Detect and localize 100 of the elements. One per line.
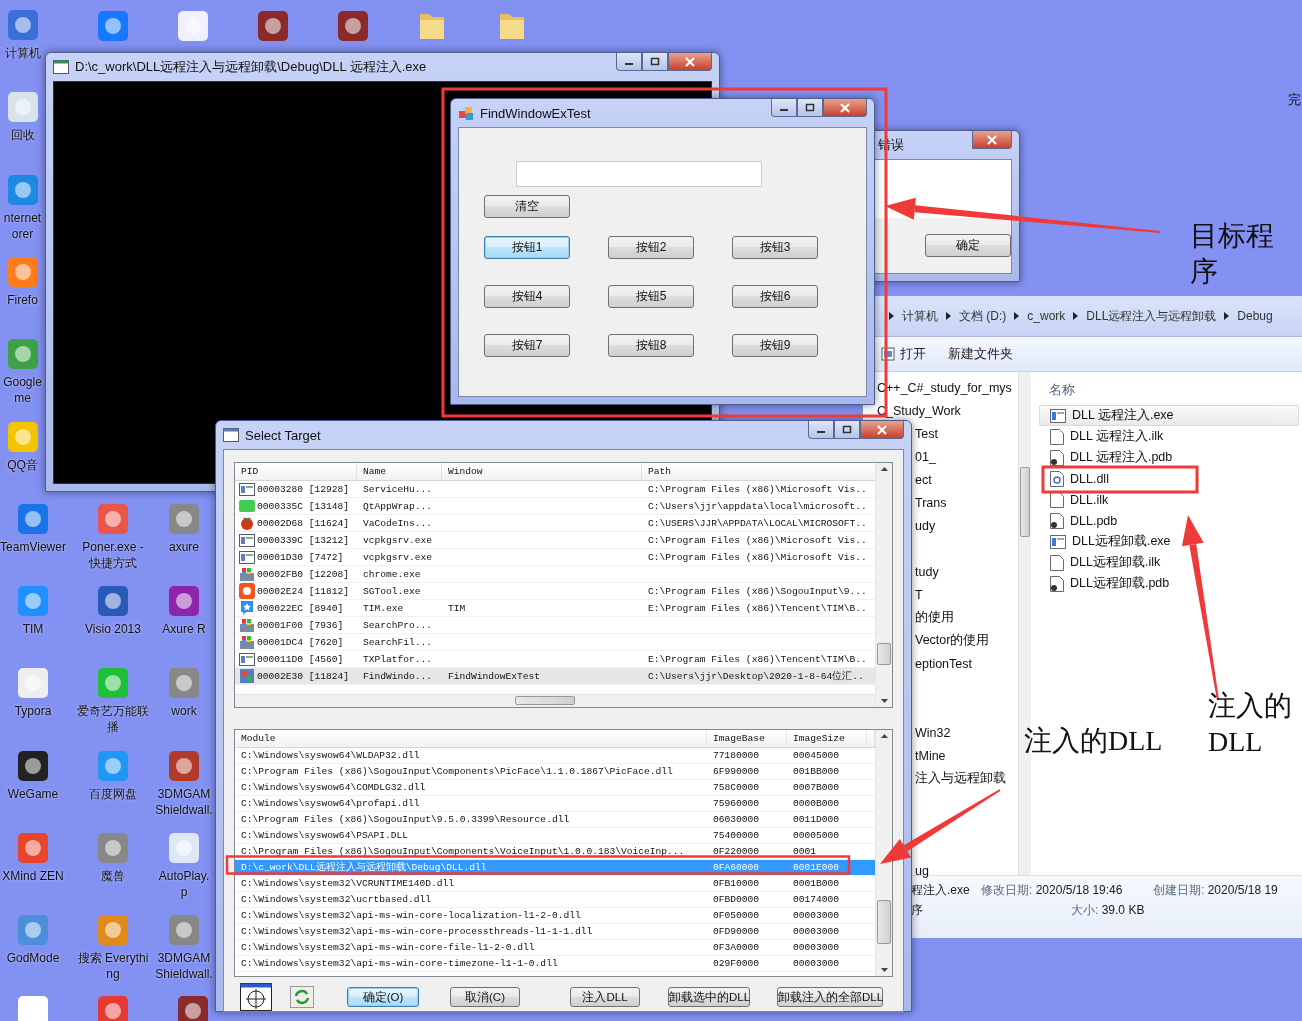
- desktop-icon-label[interactable]: 魔兽: [73, 868, 153, 884]
- refresh-icon[interactable]: [290, 986, 314, 1008]
- desktop-icon-label[interactable]: Axure R: [153, 621, 215, 638]
- breadcrumb-item[interactable]: DLL远程注入与远程卸载: [1086, 307, 1217, 325]
- push-button[interactable]: 按钮3: [732, 236, 818, 259]
- file-item[interactable]: DLL.dll: [1039, 468, 1299, 489]
- file-item[interactable]: DLL远程卸载.exe: [1039, 531, 1299, 552]
- desktop-icon-label[interactable]: nternet orer: [0, 209, 45, 242]
- file-item[interactable]: DLL远程卸载.pdb: [1039, 573, 1299, 594]
- column-header[interactable]: Name: [357, 463, 442, 480]
- desktop-icon-label[interactable]: TeamViewer: [0, 538, 73, 555]
- nav-tree-item[interactable]: tudy: [915, 560, 939, 583]
- push-button[interactable]: 按钮5: [608, 285, 694, 308]
- close-button[interactable]: [860, 421, 904, 439]
- toolbar-button[interactable]: 新建文件夹: [948, 345, 1013, 363]
- crosshair-icon[interactable]: [240, 983, 272, 1011]
- desktop-icon-label[interactable]: 3DMGAM Shieldwall.: [153, 950, 215, 983]
- desktop-icon-label[interactable]: Poner.exe - 快捷方式: [73, 538, 153, 571]
- process-row[interactable]: 00001D30 [7472] vcpkgsrv.exe C:\Program Files (x86)\Microsoft Vis..: [235, 549, 875, 566]
- scroll-up-icon[interactable]: [880, 734, 888, 738]
- file-item[interactable]: DLL 远程注入.ilk: [1039, 426, 1299, 447]
- module-row[interactable]: C:\Windows\system32\VCRUNTIME140D.dll 0FB10000 0001B000: [235, 876, 875, 892]
- file-item[interactable]: DLL 远程注入.exe: [1039, 405, 1299, 426]
- file-item[interactable]: DLL.ilk: [1039, 489, 1299, 510]
- minimize-button[interactable]: [771, 99, 797, 117]
- file-item[interactable]: DLL 远程注入.pdb: [1039, 447, 1299, 468]
- scrollbar-thumb[interactable]: [877, 900, 891, 944]
- action-button[interactable]: 确定(O): [347, 987, 419, 1007]
- module-row[interactable]: C:\Windows\system32\api-ms-win-core-processthreads-l1-1-1.dll 0FD90000 00003000: [235, 924, 875, 940]
- nav-tree-item[interactable]: Vector的使用: [915, 629, 990, 652]
- push-button[interactable]: 按钮7: [484, 334, 570, 357]
- desktop-icon-label[interactable]: QQ音: [0, 456, 45, 473]
- desktop-icon-label[interactable]: AutoPlay. p: [153, 868, 215, 900]
- scroll-up-icon[interactable]: [880, 467, 888, 471]
- column-header[interactable]: PID: [235, 463, 357, 480]
- scrollbar[interactable]: [875, 730, 892, 976]
- module-row[interactable]: C:\Windows\system32\api-ms-win-core-timezone-l1-1-0.dll 029F0000 00003000: [235, 956, 875, 972]
- nav-tree-item[interactable]: udy: [915, 514, 936, 537]
- push-button[interactable]: 按钮8: [608, 334, 694, 357]
- process-row[interactable]: 00002E24 [11812] SGTool.exe C:\Program Files (x86)\SogouInput\9...: [235, 583, 875, 600]
- process-row[interactable]: 00002D68 [11624] VaCodeIns... C:\USERS\JJR\APPDATA\LOCAL\MICROSOFT..: [235, 515, 875, 532]
- scrollbar[interactable]: [235, 694, 875, 707]
- breadcrumb-item[interactable]: 文档 (D:): [959, 307, 1007, 325]
- action-button[interactable]: 卸载选中的DLL: [668, 987, 750, 1007]
- desktop-icon-label[interactable]: work: [153, 703, 215, 720]
- column-header[interactable]: 名称: [1039, 375, 1302, 405]
- process-row[interactable]: 00001DC4 [7620] SearchFil...: [235, 634, 875, 651]
- desktop-icon-label[interactable]: Firefo: [0, 291, 45, 308]
- process-row[interactable]: 000011D0 [4560] TXPlatfor... E:\Program Files (x86)\Tencent\TIM\B..: [235, 651, 875, 668]
- desktop-icon-label[interactable]: 完: [1288, 92, 1301, 107]
- minimize-button[interactable]: [808, 421, 834, 439]
- column-header[interactable]: Window: [442, 463, 642, 480]
- minimize-button[interactable]: [616, 53, 642, 71]
- process-row[interactable]: 000022EC [8940] TIM.exe TIM E:\Program Files (x86)\Tencent\TIM\B..: [235, 600, 875, 617]
- desktop-icon-label[interactable]: Google me: [0, 374, 45, 407]
- action-button[interactable]: 卸载注入的全部DLL: [777, 987, 883, 1007]
- desktop-icon-label[interactable]: WeGame: [0, 785, 73, 802]
- scroll-down-icon[interactable]: [880, 699, 888, 703]
- desktop-icon-label[interactable]: 百度网盘: [73, 785, 153, 802]
- nav-tree-item[interactable]: Win32: [915, 721, 951, 744]
- close-button[interactable]: [972, 131, 1012, 149]
- nav-tree-item[interactable]: eptionTest: [915, 652, 972, 675]
- process-row[interactable]: 00002E30 [11824] FindWindo... FindWindowExTest C:\Users\jjr\Desktop\2020-1-8-64位汇..: [235, 668, 875, 685]
- push-button[interactable]: 按钮9: [732, 334, 818, 357]
- desktop-icon-label[interactable]: Typora: [0, 703, 73, 720]
- nav-tree-item[interactable]: ug: [915, 859, 929, 882]
- nav-tree-item[interactable]: 的使用: [915, 606, 954, 629]
- module-row[interactable]: C:\Program Files (x86)\SogouInput\9.5.0.3399\Resource.dll 06030000 0011D000: [235, 812, 875, 828]
- process-row[interactable]: 00002FB0 [12208] chrome.exe: [235, 566, 875, 583]
- column-header[interactable]: ImageSize: [787, 730, 867, 747]
- module-row[interactable]: C:\Program Files (x86)\SogouInput\Components\PicFace\1.1.0.1867\PicFace.dll 6F990000 001BB000: [235, 764, 875, 780]
- breadcrumb-item[interactable]: 计算机: [902, 307, 938, 325]
- maximize-button[interactable]: [797, 99, 823, 117]
- column-header[interactable]: Module: [235, 730, 707, 747]
- nav-tree-item[interactable]: 注入与远程卸载: [915, 767, 1006, 790]
- desktop-icon-label[interactable]: 爱奇艺万能联 播: [73, 703, 153, 736]
- process-row[interactable]: 0000339C [13212] vcpkgsrv.exe C:\Program Files (x86)\Microsoft Vis..: [235, 532, 875, 549]
- process-row[interactable]: 0000335C [13148] QtAppWrap... C:\Users\jjr\appdata\local\microsoft..: [235, 498, 875, 515]
- nav-tree-item[interactable]: Test: [915, 422, 938, 445]
- push-button[interactable]: 按钮2: [608, 236, 694, 259]
- desktop-icon-label[interactable]: axure: [153, 538, 215, 555]
- module-row[interactable]: C:\Windows\syswow64\profapi.dll 75960000 0000B000: [235, 796, 875, 812]
- ok-button[interactable]: 确定: [925, 234, 1011, 257]
- scrollbar-thumb[interactable]: [515, 696, 575, 705]
- column-header[interactable]: ImageBase: [707, 730, 787, 747]
- scrollbar[interactable]: [875, 463, 892, 707]
- scroll-down-icon[interactable]: [880, 968, 888, 972]
- close-button[interactable]: [823, 99, 867, 117]
- action-button[interactable]: 取消(C): [450, 987, 520, 1007]
- desktop-icon-label[interactable]: 3DMGAM Shieldwall.: [153, 785, 215, 818]
- process-row[interactable]: 00001F00 [7936] SearchPro...: [235, 617, 875, 634]
- file-item[interactable]: DLL远程卸载.ilk: [1039, 552, 1299, 573]
- desktop-icon-label[interactable]: TIM: [0, 621, 73, 638]
- desktop-icon-label[interactable]: 计算机: [0, 45, 45, 61]
- breadcrumb-item[interactable]: Debug: [1237, 309, 1273, 323]
- file-item[interactable]: DLL.pdb: [1039, 510, 1299, 531]
- nav-tree-item[interactable]: Trans: [915, 491, 947, 514]
- close-button[interactable]: [668, 53, 712, 71]
- module-row[interactable]: C:\Windows\syswow64\COMDLG32.dll 758C0000 0007B000: [235, 780, 875, 796]
- push-button[interactable]: 按钮6: [732, 285, 818, 308]
